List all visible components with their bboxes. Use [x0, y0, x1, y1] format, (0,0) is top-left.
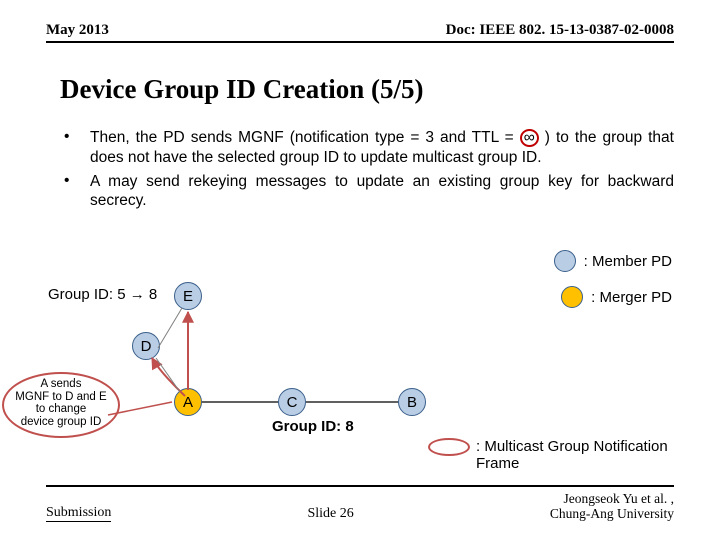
- footer-center: Slide 26: [307, 506, 353, 522]
- bullet-1-pre: Then, the PD sends MGNF (notification ty…: [90, 129, 514, 146]
- footer-right-2: Chung-Ang University: [550, 506, 674, 521]
- bullet-dot-icon: •: [64, 172, 90, 212]
- header-doc: Doc: IEEE 802. 15-13-0387-02-0008: [446, 22, 674, 39]
- callout-l2: MGNF to D and E: [6, 391, 116, 404]
- legend-mgnf: : Multicast Group Notification Frame: [476, 438, 672, 472]
- diagram: : Member PD : Merger PD Group ID: 5 → 8 …: [0, 240, 720, 470]
- callout-text: A sends MGNF to D and E to change device…: [6, 378, 116, 429]
- group-id-right: Group ID: 8: [272, 418, 354, 435]
- callout-l3: to change: [6, 403, 116, 416]
- page-title: Device Group ID Creation (5/5): [60, 74, 423, 105]
- header: May 2013 Doc: IEEE 802. 15-13-0387-02-00…: [46, 22, 674, 43]
- callout-l4: device group ID: [6, 416, 116, 429]
- edges: [0, 240, 720, 470]
- slide: May 2013 Doc: IEEE 802. 15-13-0387-02-00…: [0, 0, 720, 540]
- footer-right-1: Jeongseok Yu et al. ,: [564, 491, 674, 506]
- body-text: • Then, the PD sends MGNF (notification …: [64, 128, 674, 215]
- frame-oval-icon: [428, 438, 470, 456]
- footer: Submission Slide 26 Jeongseok Yu et al. …: [46, 485, 674, 522]
- bullet-dot-icon: •: [64, 128, 90, 168]
- footer-left: Submission: [46, 505, 111, 522]
- bullet-2-text: A may send rekeying messages to update a…: [90, 172, 674, 212]
- callout-l1: A sends: [6, 378, 116, 391]
- header-date: May 2013: [46, 22, 109, 39]
- footer-right: Jeongseok Yu et al. , Chung-Ang Universi…: [550, 491, 674, 522]
- bullet-2: • A may send rekeying messages to update…: [64, 172, 674, 212]
- infinity-icon: ∞: [520, 129, 539, 147]
- bullet-1: • Then, the PD sends MGNF (notification …: [64, 128, 674, 168]
